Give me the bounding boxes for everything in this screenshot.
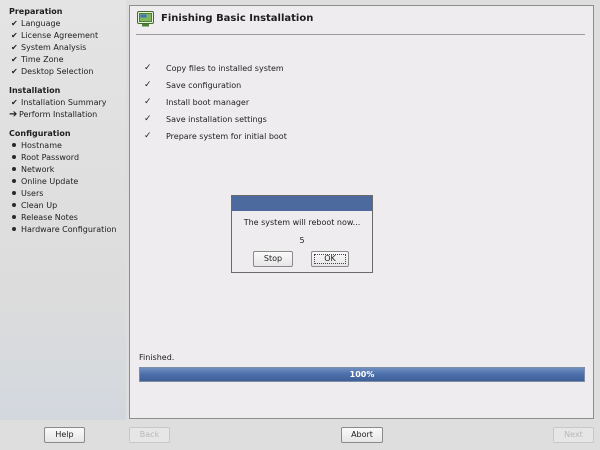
sidebar-item-desktop-selection: ✔ Desktop Selection: [11, 66, 94, 76]
installer-icon: [137, 11, 154, 27]
ok-button[interactable]: OK: [311, 251, 349, 267]
sidebar-item-perform-installation: ➔ Perform Installation: [9, 108, 98, 120]
progress-label: 100%: [349, 370, 375, 379]
sidebar-item-root-password: Root Password: [11, 151, 79, 163]
checkmark-icon: ✔: [11, 42, 18, 52]
header-divider: [136, 34, 585, 35]
sidebar-item-hostname: Hostname: [11, 139, 62, 151]
page-title: Finishing Basic Installation: [161, 13, 314, 24]
checkmark-icon: ✔: [11, 30, 18, 40]
stop-button[interactable]: Stop: [253, 251, 293, 267]
checkmark-icon: ✔: [11, 54, 18, 64]
help-button[interactable]: Help: [44, 427, 85, 443]
task-item: ✓ Copy files to installed system: [144, 63, 284, 73]
task-item: ✓ Save installation settings: [144, 114, 267, 124]
task-item: ✓ Prepare system for initial boot: [144, 131, 287, 141]
task-item: ✓ Install boot manager: [144, 97, 250, 107]
reboot-countdown: 5: [299, 236, 305, 245]
reboot-dialog: The system will reboot now... 5 Stop OK: [231, 195, 373, 273]
sidebar-item-users: Users: [11, 187, 43, 199]
bullet-icon: [12, 155, 16, 159]
sidebar-item-system-analysis: ✔ System Analysis: [11, 42, 87, 52]
dialog-message: The system will reboot now...: [243, 218, 361, 227]
back-button[interactable]: Back: [129, 427, 170, 443]
bullet-icon: [12, 227, 16, 231]
bullet-icon: [12, 191, 16, 195]
bullet-icon: [12, 179, 16, 183]
sidebar-item-time-zone: ✔ Time Zone: [11, 54, 64, 64]
checkmark-icon: ✓: [144, 114, 152, 124]
sidebar-item-license-agreement: ✔ License Agreement: [11, 30, 99, 40]
checkmark-icon: ✓: [144, 131, 152, 141]
abort-button[interactable]: Abort: [341, 427, 383, 443]
progress-bar: 100%: [139, 367, 585, 382]
bullet-icon: [12, 215, 16, 219]
sidebar-section-configuration: Configuration: [9, 129, 71, 138]
dialog-titlebar[interactable]: [232, 196, 372, 211]
sidebar-item-hardware-configuration: Hardware Configuration: [11, 223, 116, 235]
checkmark-icon: ✔: [11, 18, 18, 28]
sidebar: Preparation ✔ Language ✔ License Agreement…: [0, 0, 126, 420]
sidebar-item-online-update: Online Update: [11, 175, 78, 187]
task-item: ✓ Save configuration: [144, 80, 242, 90]
sidebar-item-release-notes: Release Notes: [11, 211, 78, 223]
sidebar-item-clean-up: Clean Up: [11, 199, 57, 211]
sidebar-item-installation-summary: ✔ Installation Summary: [11, 97, 107, 107]
sidebar-section-installation: Installation: [9, 86, 61, 95]
sidebar-item-language: ✔ Language: [11, 18, 61, 28]
checkmark-icon: ✓: [144, 80, 152, 90]
checkmark-icon: ✓: [144, 63, 152, 73]
checkmark-icon: ✔: [11, 66, 18, 76]
arrow-right-icon: ➔: [9, 108, 18, 120]
bullet-icon: [12, 143, 16, 147]
checkmark-icon: ✔: [11, 97, 18, 107]
bullet-icon: [12, 203, 16, 207]
next-button[interactable]: Next: [553, 427, 594, 443]
sidebar-item-network: Network: [11, 163, 54, 175]
checkmark-icon: ✓: [144, 97, 152, 107]
sidebar-section-preparation: Preparation: [9, 7, 63, 16]
bullet-icon: [12, 167, 16, 171]
status-text: Finished.: [139, 353, 175, 362]
